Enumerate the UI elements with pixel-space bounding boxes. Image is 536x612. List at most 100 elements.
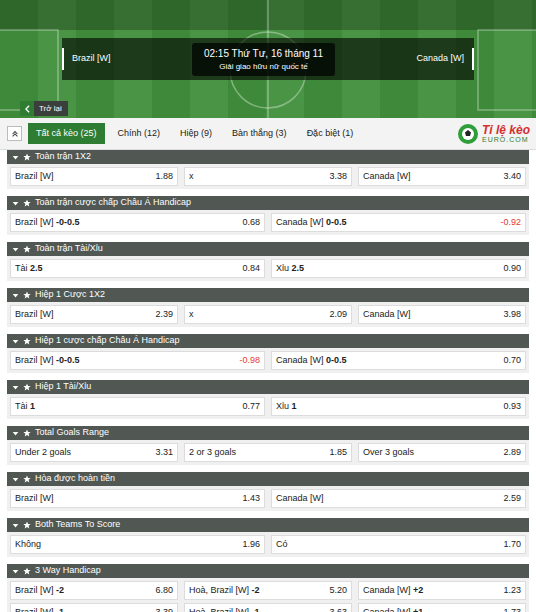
- market-header[interactable]: Toàn trận Tài/Xỉu: [7, 242, 529, 256]
- match-header: Brazil [W]02:15 Thứ Tư, 16 tháng 11Giải …: [0, 0, 536, 118]
- odds-label: Tài 1: [15, 400, 35, 414]
- market-header[interactable]: Hiệp 1 cược chấp Châu Á Handicap: [7, 334, 529, 348]
- odds-row: Brazil [W]1.88 x3.38 Canada [W]3.40: [10, 167, 526, 186]
- odds-cell[interactable]: Brazil [W] -1 3.39: [10, 603, 178, 612]
- chevron-down-icon[interactable]: [12, 522, 19, 529]
- star-icon[interactable]: [23, 475, 31, 483]
- odds-cell[interactable]: Brazil [W] -26.80: [10, 581, 178, 600]
- star-icon[interactable]: [23, 337, 31, 345]
- double-chevron-up-icon: [11, 130, 19, 138]
- odds-cell[interactable]: Brazil [W] -0-0.5-0.98: [10, 351, 265, 370]
- odds-label: Hoà, Brazil [W] -1: [189, 606, 260, 612]
- market: Toàn trận 1X2 Brazil [W]1.88 x3.38 Canada […: [7, 150, 529, 189]
- market-title: Total Goals Range: [35, 426, 109, 440]
- home-team: Brazil [W]: [62, 38, 111, 80]
- odds-label: Hoà, Brazil [W] -2: [189, 584, 260, 598]
- odds-value: 0.90: [503, 262, 521, 276]
- odds-cell[interactable]: Không1.96: [10, 535, 265, 554]
- collapse-all-button[interactable]: [7, 126, 22, 141]
- odds-cell[interactable]: Xỉu 2.50.90: [271, 259, 526, 278]
- odds-cell[interactable]: Canada [W]2.59: [271, 489, 526, 508]
- tab[interactable]: Bàn thắng (3): [225, 123, 294, 145]
- market-header[interactable]: Hiệp 1 Cược 1X2: [7, 288, 529, 302]
- market-header[interactable]: Hiệp 1 Tài/Xỉu: [7, 380, 529, 394]
- odds-cell[interactable]: Brazil [W]1.43: [10, 489, 265, 508]
- odds-cell[interactable]: Tài 10.77: [10, 397, 265, 416]
- star-icon[interactable]: [23, 521, 31, 529]
- odds-label: Under 2 goals: [15, 446, 71, 460]
- odds-row: Brazil [W]1.43 Canada [W]2.59: [10, 489, 526, 508]
- odds-cell[interactable]: Under 2 goals3.31: [10, 443, 178, 462]
- odds-label: Có: [276, 538, 288, 552]
- chevron-down-icon[interactable]: [12, 200, 19, 207]
- odds-cell[interactable]: Canada [W]3.98: [358, 305, 526, 324]
- chevron-down-icon[interactable]: [12, 476, 19, 483]
- odds-row: Brazil [W] -26.80 Hoà, Brazil [W] -25.20 C…: [10, 581, 526, 600]
- market-header[interactable]: Toàn trận 1X2: [7, 150, 529, 164]
- odds-value: 1.96: [242, 538, 260, 552]
- chevron-down-icon[interactable]: [12, 154, 19, 161]
- odds-cell[interactable]: Brazil [W] -0-0.50.68: [10, 213, 265, 232]
- market-title: Hòa được hoàn tiền: [35, 472, 115, 486]
- odds-label: Over 3 goals: [363, 446, 414, 460]
- logo-title: Tỉ lệ kèo: [482, 124, 530, 136]
- odds-label: Brazil [W] -2: [15, 584, 64, 598]
- star-icon[interactable]: [23, 567, 31, 575]
- odds-cell[interactable]: Hoà, Brazil [W] -1 3.63: [184, 603, 352, 612]
- odds-value: 1.70: [503, 538, 521, 552]
- tab[interactable]: Hiệp (9): [173, 123, 219, 145]
- odds-cell[interactable]: Tài 2.50.84: [10, 259, 265, 278]
- odds-row: Không1.96 Có 1.70: [10, 535, 526, 554]
- star-icon[interactable]: [23, 245, 31, 253]
- tab-bar: Tất cả kèo (25) Chính (12)Hiệp (9) Bàn thắ…: [0, 118, 536, 150]
- odds-cell[interactable]: Có 1.70: [271, 535, 526, 554]
- star-icon[interactable]: [23, 383, 31, 391]
- page: Brazil [W]02:15 Thứ Tư, 16 tháng 11Giải …: [0, 0, 536, 612]
- odds-cell[interactable]: Canada [W] 0-0.50.70: [271, 351, 526, 370]
- tab[interactable]: Chính (12): [111, 123, 168, 145]
- chevron-down-icon[interactable]: [12, 384, 19, 391]
- soccer-ball-icon: [457, 123, 479, 145]
- tab[interactable]: Đặc biệt (1): [300, 123, 361, 145]
- odds-label: Brazil [W] -1: [15, 606, 64, 612]
- chevron-down-icon[interactable]: [12, 430, 19, 437]
- odds-cell[interactable]: Xỉu 10.93: [271, 397, 526, 416]
- odds-value: 3.39: [155, 606, 173, 612]
- odds-value: 3.40: [503, 170, 521, 184]
- market-title: 3 Way Handicap: [35, 564, 101, 578]
- odds-cell[interactable]: Brazil [W]1.88: [10, 167, 178, 186]
- odds-value: 3.63: [329, 606, 347, 612]
- market-header[interactable]: Total Goals Range: [7, 426, 529, 440]
- odds-cell[interactable]: x2.09: [184, 305, 352, 324]
- market-header[interactable]: 3 Way Handicap: [7, 564, 529, 578]
- odds-cell[interactable]: x3.38: [184, 167, 352, 186]
- back-button[interactable]: Trở lại: [20, 101, 68, 116]
- odds-value: 2.39: [155, 308, 173, 322]
- star-icon[interactable]: [23, 291, 31, 299]
- odds-cell[interactable]: Brazil [W]2.39: [10, 305, 178, 324]
- market-body: Không1.96 Có 1.70: [7, 532, 529, 557]
- odds-label: Canada [W]: [276, 492, 324, 506]
- star-icon[interactable]: [23, 429, 31, 437]
- odds-cell[interactable]: 2 or 3 goals1.85: [184, 443, 352, 462]
- chevron-down-icon[interactable]: [12, 246, 19, 253]
- odds-value: 0.84: [242, 262, 260, 276]
- odds-label: Canada [W] +1: [363, 606, 423, 612]
- market-header[interactable]: Toàn trận cược chấp Châu Á Handicap: [7, 196, 529, 210]
- odds-cell[interactable]: Hoà, Brazil [W] -25.20: [184, 581, 352, 600]
- chevron-down-icon[interactable]: [12, 568, 19, 575]
- star-icon[interactable]: [23, 199, 31, 207]
- odds-cell[interactable]: Over 3 goals2.89: [358, 443, 526, 462]
- star-icon[interactable]: [23, 153, 31, 161]
- market-header[interactable]: Both Teams To Score: [7, 518, 529, 532]
- odds-cell[interactable]: Canada [W] +11.73: [358, 603, 526, 612]
- odds-cell[interactable]: Canada [W] 0-0.5-0.92: [271, 213, 526, 232]
- tab[interactable]: Tất cả kèo (25): [28, 123, 105, 145]
- chevron-down-icon[interactable]: [12, 338, 19, 345]
- odds-cell[interactable]: Canada [W]3.40: [358, 167, 526, 186]
- away-marker: [472, 48, 474, 70]
- market: Both Teams To Score Không1.96 Có 1.70: [7, 518, 529, 557]
- odds-cell[interactable]: Canada [W] +21.23: [358, 581, 526, 600]
- market-header[interactable]: Hòa được hoàn tiền: [7, 472, 529, 486]
- chevron-down-icon[interactable]: [12, 292, 19, 299]
